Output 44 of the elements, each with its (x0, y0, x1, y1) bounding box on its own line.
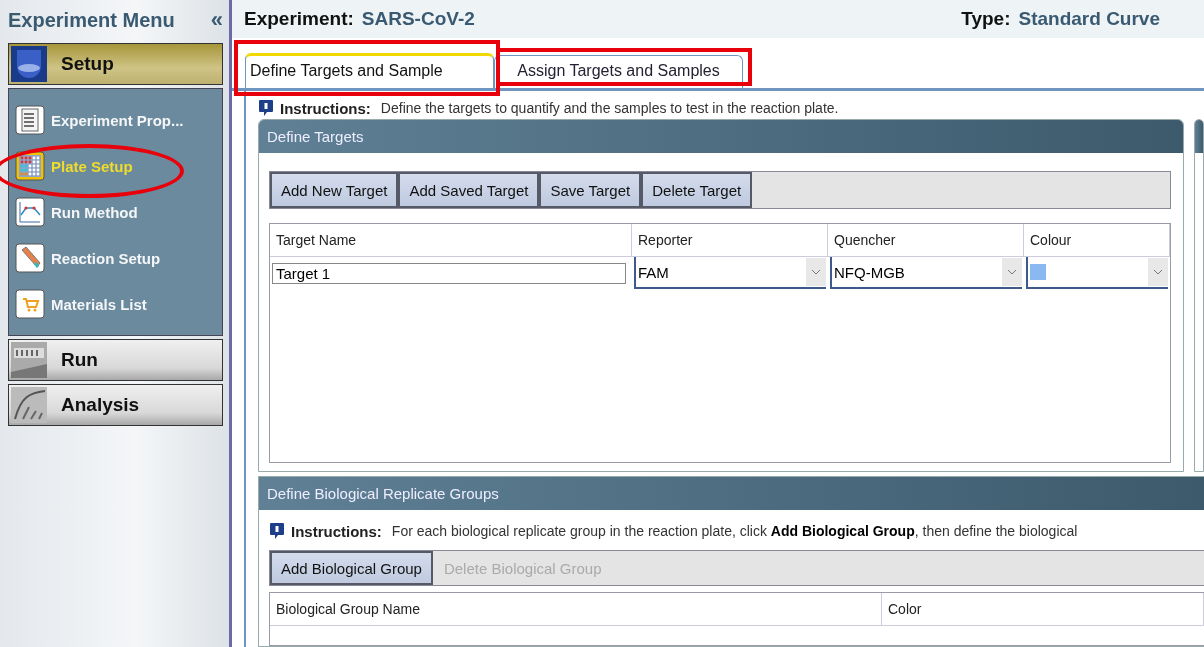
type-label: Type: (961, 8, 1011, 30)
toolbar-button[interactable]: Delete Target (641, 172, 753, 208)
plate-grid-icon (15, 151, 45, 181)
tab[interactable]: Define Targets and Sample (245, 53, 494, 88)
target-name-field[interactable]: Target 1 (272, 262, 626, 284)
chevron-down-icon (1148, 258, 1168, 286)
reporter-dropdown[interactable]: FAM (634, 257, 826, 289)
panel-title: Define Biological Replicate Groups (259, 477, 1204, 510)
toolbar-button[interactable]: Add Saved Target (398, 172, 540, 208)
toolbar-button[interactable]: Add Biological Group (270, 551, 433, 585)
section-header[interactable]: Run (8, 339, 223, 381)
type-value: Standard Curve (1018, 8, 1160, 30)
column-header: Target Name (270, 224, 632, 256)
quencher-dropdown[interactable]: NFQ-MGB (830, 257, 1022, 289)
column-header: Quencher (828, 224, 1024, 256)
column-header: Reporter (632, 224, 828, 256)
experiment-label: Experiment: (244, 8, 354, 30)
cart-icon (15, 289, 45, 319)
instructions-label: Instructions: (291, 522, 382, 540)
menu-title: Experiment Menu (8, 8, 175, 32)
section-header[interactable]: Setup (8, 43, 223, 85)
info-icon (258, 99, 274, 117)
toolbar-button[interactable]: Save Target (539, 172, 642, 208)
chart-icon (11, 387, 47, 423)
instructions-text: Define the targets to quantify and the samples to test in the reaction plate. (380, 100, 839, 116)
test-tube-icon (15, 243, 45, 273)
experiment-name: SARS-CoV-2 (361, 8, 475, 30)
collapse-button[interactable]: « (210, 7, 223, 33)
column-header: Colour (1024, 224, 1170, 256)
flask-icon (11, 46, 47, 82)
instrument-icon (11, 342, 47, 378)
chevron-down-icon (1002, 258, 1022, 286)
curve-chart-icon (15, 197, 45, 227)
info-icon (269, 522, 285, 540)
panel-title: Define Targets (259, 120, 1183, 153)
column-header: Color (882, 593, 1204, 625)
toolbar-button[interactable]: Add New Target (270, 172, 399, 208)
checklist-icon (15, 105, 45, 135)
colour-dropdown[interactable] (1026, 257, 1168, 289)
column-header: Biological Group Name (270, 593, 882, 625)
chevron-down-icon (806, 258, 826, 286)
instructions-label: Instructions: (280, 99, 371, 117)
section-header[interactable]: Analysis (8, 384, 223, 426)
instructions-text: For each biological replicate group in the reaction plate, click Add Biological Group, then define the biological (391, 523, 1078, 539)
